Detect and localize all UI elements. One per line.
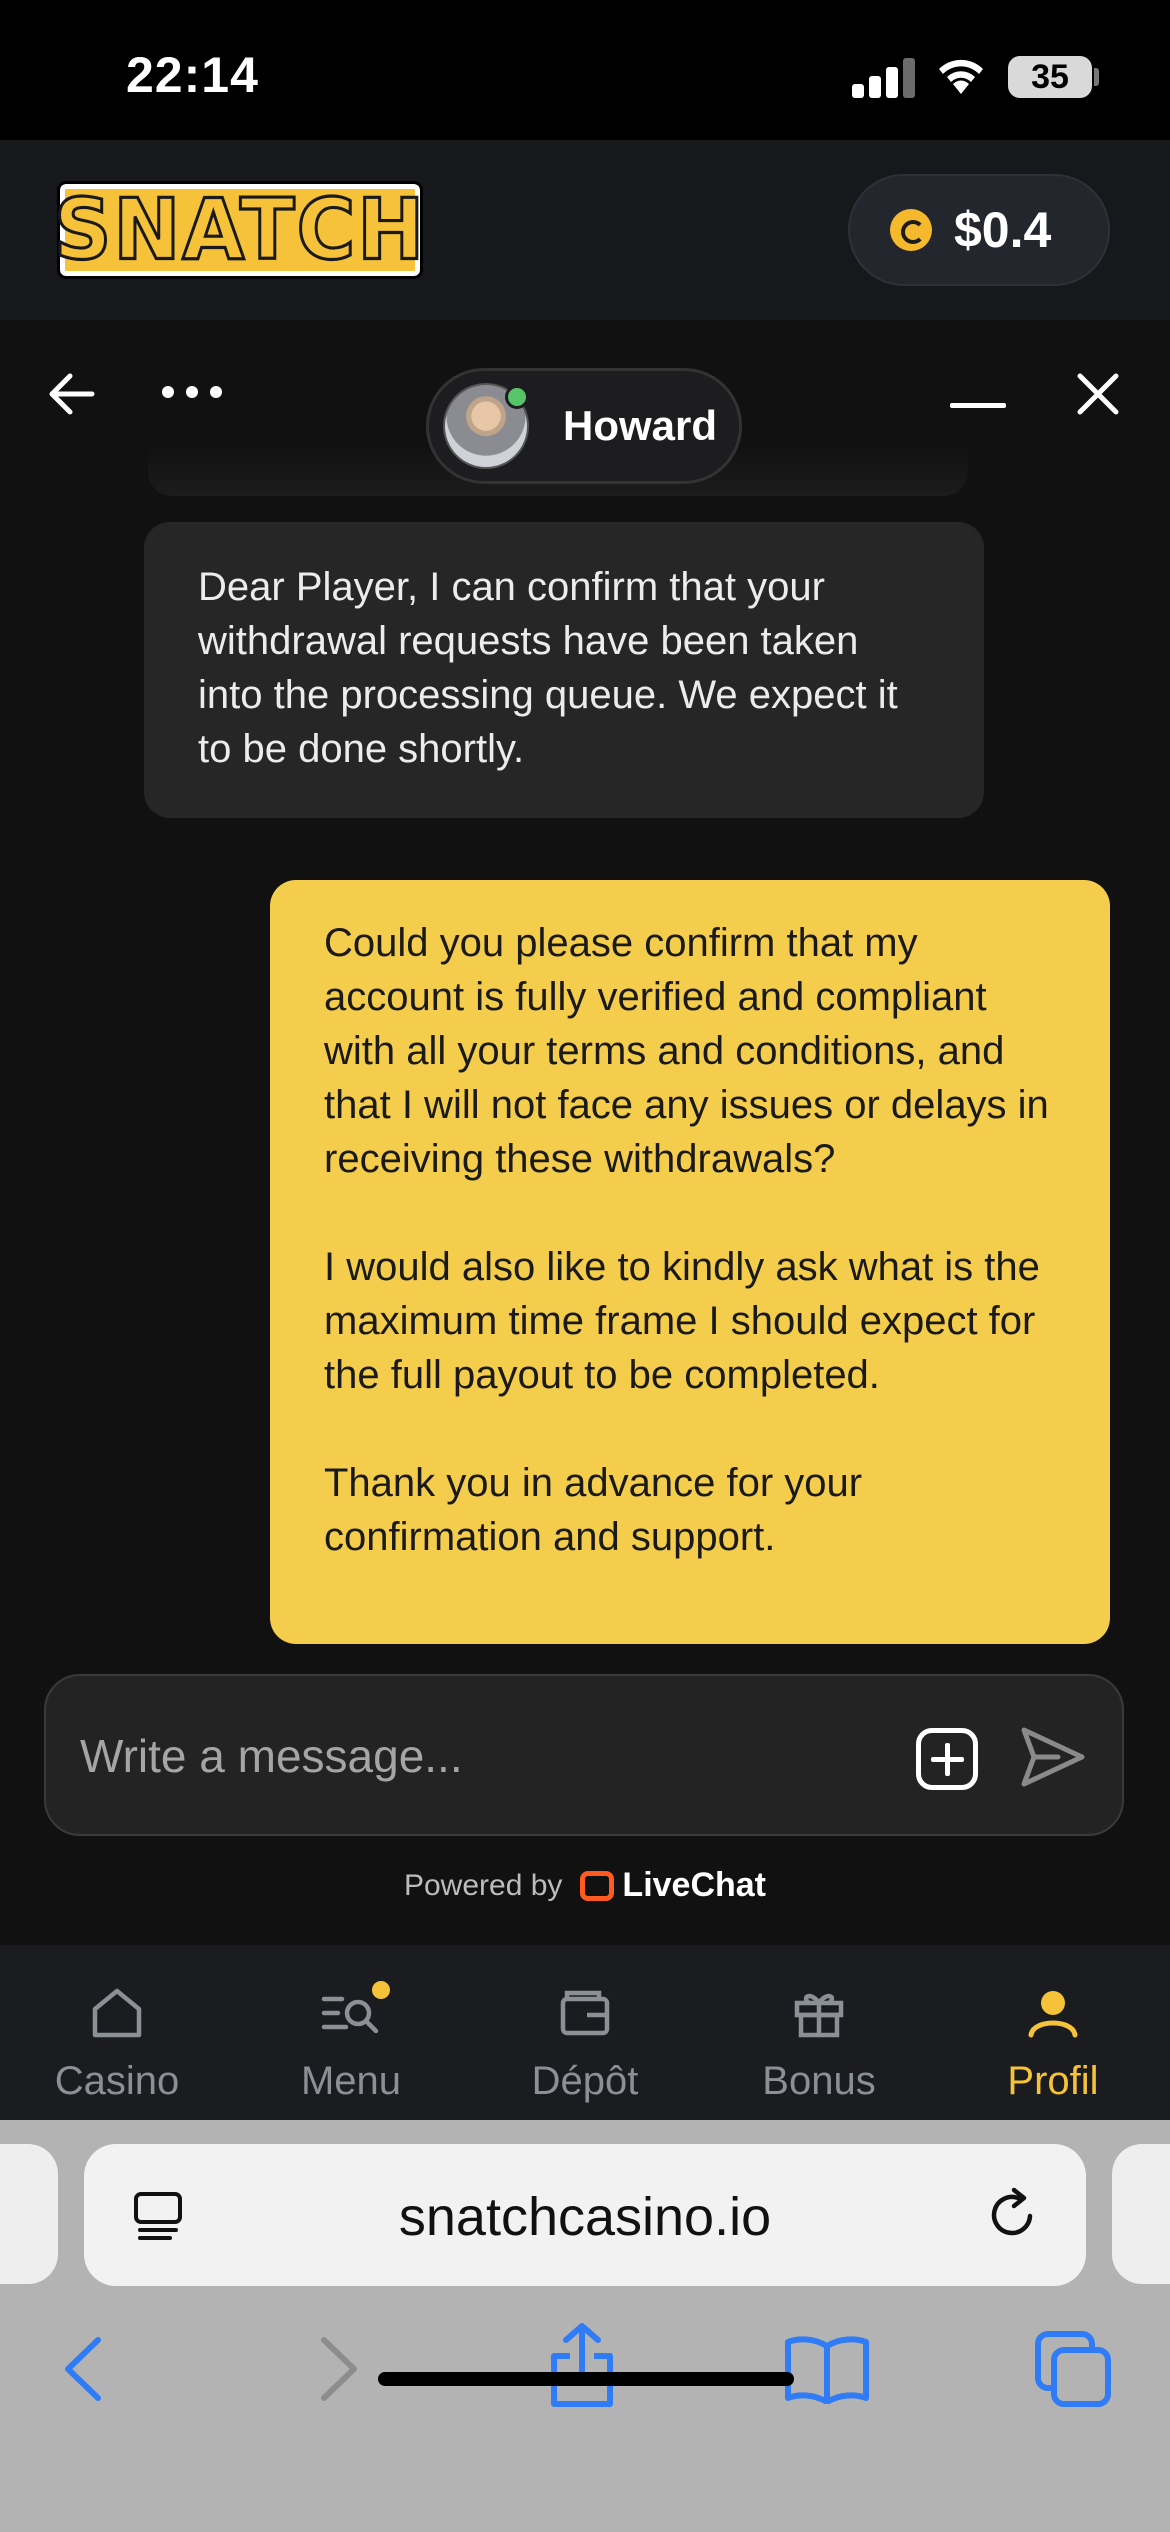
nav-label-menu: Menu — [300, 2059, 402, 2103]
status-bar: 22:14 35 — [0, 0, 1170, 140]
next-tab-peek[interactable] — [1112, 2144, 1170, 2284]
powered-by-label: Powered by — [403, 1868, 563, 1902]
nav-label-depot: Dépôt — [531, 2059, 639, 2103]
balance-amount: $0.4 — [954, 202, 1052, 258]
app-header: SNATCH $0.4 — [0, 140, 1170, 320]
url-text: snatchcasino.io — [398, 2187, 772, 2247]
balance-button[interactable]: $0.4 — [848, 174, 1110, 286]
bookmarks-icon[interactable] — [784, 2336, 870, 2404]
send-icon[interactable] — [1018, 1724, 1088, 1790]
tabs-icon[interactable] — [1034, 2330, 1114, 2410]
battery-icon: 35 — [1008, 56, 1092, 98]
nav-item-bonus[interactable]: Bonus — [702, 1945, 936, 2120]
minimize-icon[interactable] — [950, 400, 1006, 412]
previous-tab-peek[interactable] — [0, 2144, 58, 2284]
browser-toolbar — [0, 2300, 1170, 2430]
home-icon — [89, 1979, 145, 2047]
live-chat-panel: Howard Dear Player, I can confirm that y… — [0, 320, 1170, 1945]
nav-item-profil[interactable]: Profil — [936, 1945, 1170, 2120]
coin-icon — [890, 209, 932, 251]
battery-level: 35 — [1031, 57, 1069, 96]
snatch-logo[interactable]: SNATCH — [52, 181, 426, 279]
agent-message-bubble: Dear Player, I can confirm that your wit… — [144, 522, 984, 818]
nav-item-casino[interactable]: Casino — [0, 1945, 234, 2120]
cellular-signal-icon — [852, 58, 916, 98]
share-icon[interactable] — [546, 2320, 618, 2408]
nav-label-bonus: Bonus — [762, 2059, 876, 2103]
battery-tip — [1094, 68, 1099, 86]
notification-dot — [372, 1981, 390, 1999]
close-icon[interactable] — [1074, 370, 1122, 418]
message-composer — [44, 1674, 1124, 1836]
livechat-logo[interactable]: LiveChat — [580, 1866, 766, 1905]
reload-icon[interactable] — [984, 2186, 1042, 2244]
message-input[interactable] — [80, 1716, 900, 1796]
nav-item-menu[interactable]: Menu — [234, 1945, 468, 2120]
home-indicator — [378, 2372, 794, 2386]
back-arrow-icon[interactable] — [44, 370, 96, 418]
user-message-bubble: Could you please confirm that my account… — [270, 880, 1110, 1644]
status-time: 22:14 — [126, 47, 259, 103]
logo-text: SNATCH — [52, 180, 427, 279]
back-chevron-icon[interactable] — [58, 2336, 108, 2402]
nav-item-depot[interactable]: Dépôt — [468, 1945, 702, 2120]
wallet-icon — [557, 1979, 613, 2047]
nav-label-profil: Profil — [1007, 2059, 1099, 2103]
forward-chevron-icon[interactable] — [314, 2336, 364, 2402]
powered-by-footer: Powered by LiveChat — [0, 1866, 1170, 1905]
agent-badge: Howard — [426, 368, 742, 484]
menu-search-icon — [320, 1979, 390, 2047]
livechat-icon — [580, 1870, 615, 1901]
profile-icon — [1025, 1979, 1081, 2047]
livechat-brand: LiveChat — [622, 1866, 767, 1904]
address-bar[interactable]: snatchcasino.io — [84, 2144, 1086, 2286]
agent-name: Howard — [563, 402, 718, 449]
bottom-navigation: Casino Menu Dépôt Bonus Profil — [0, 1945, 1170, 2120]
attach-plus-icon[interactable] — [916, 1728, 978, 1790]
online-status-dot — [505, 385, 529, 409]
browser-chrome: snatchcasino.io — [0, 2120, 1170, 2532]
gift-icon — [791, 1979, 847, 2047]
more-options-icon[interactable] — [160, 384, 224, 400]
agent-avatar — [443, 383, 529, 469]
wifi-icon — [939, 59, 983, 94]
nav-label-casino: Casino — [54, 2059, 180, 2103]
